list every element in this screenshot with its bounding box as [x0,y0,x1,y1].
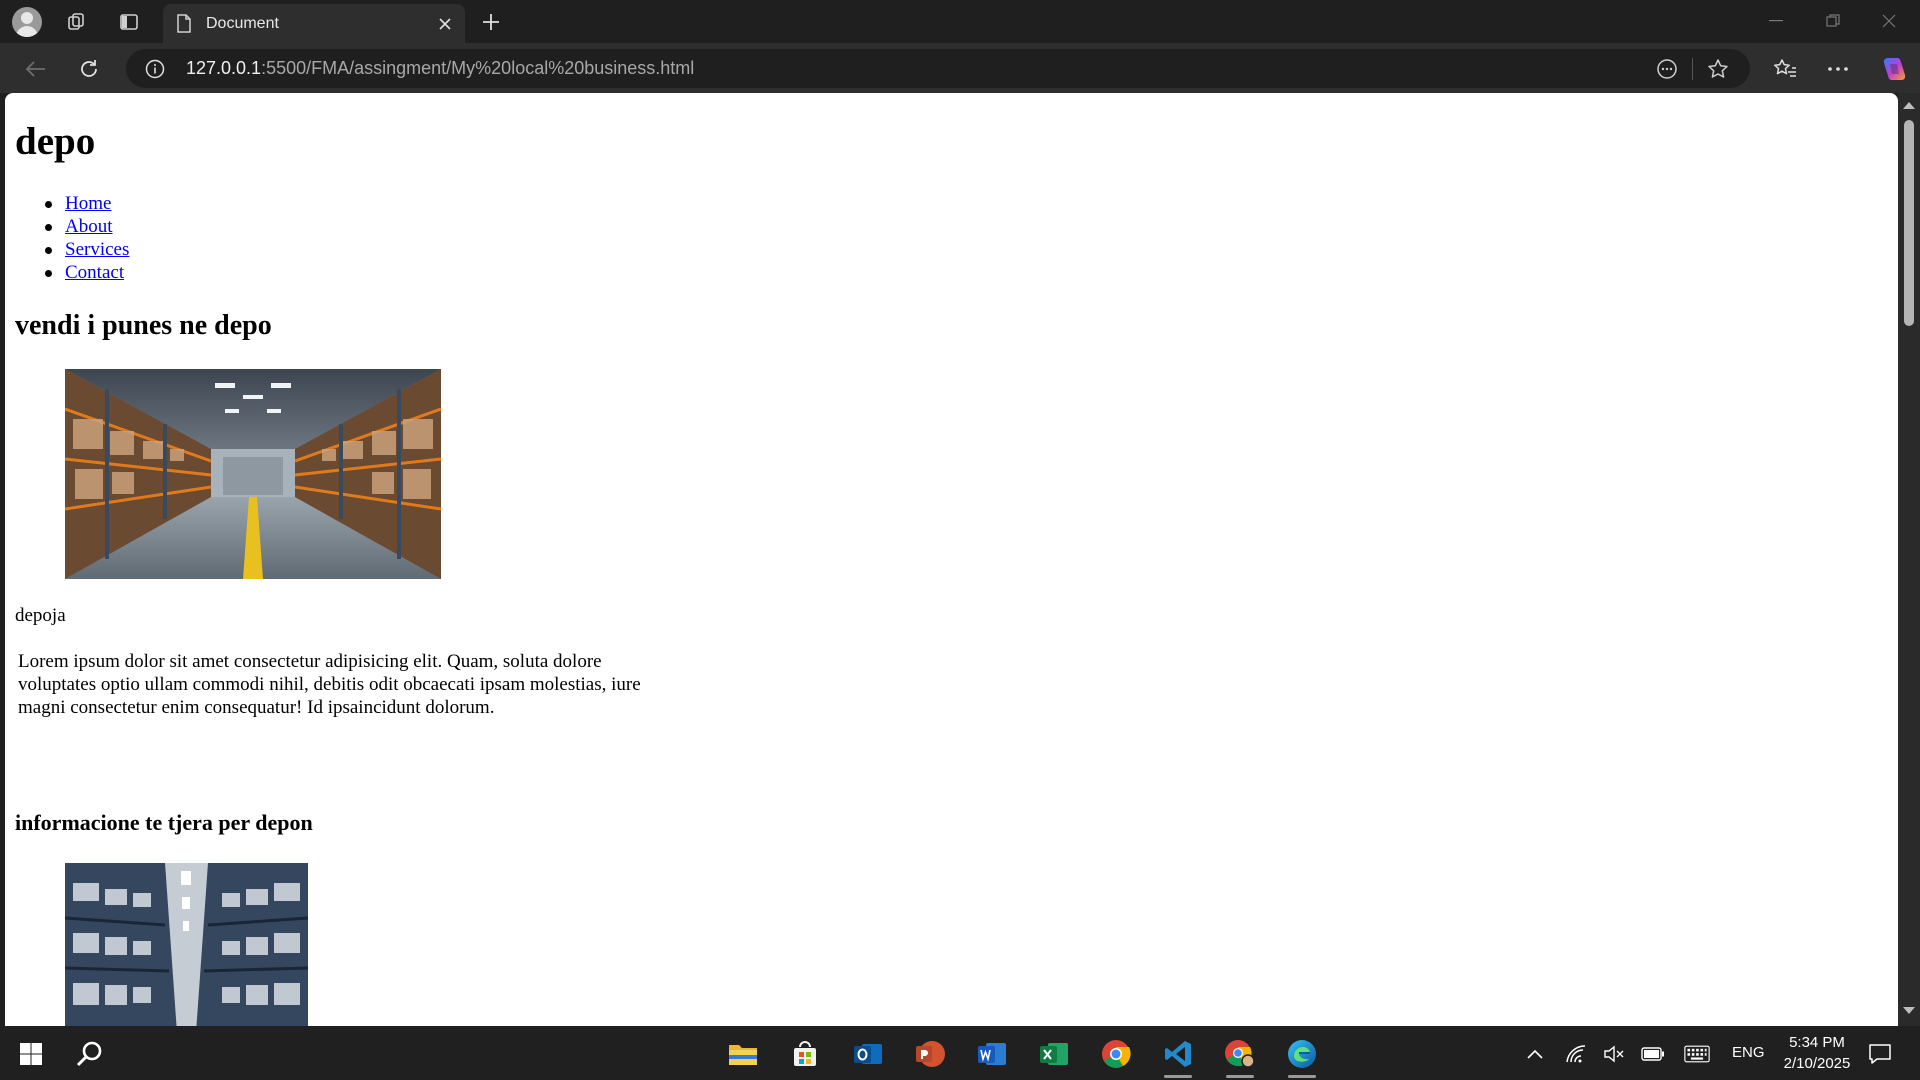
edge-icon[interactable] [1280,1032,1324,1078]
address-bar[interactable]: 127.0.0.1:5500/FMA/assingment/My%20local… [126,49,1750,88]
copilot-icon[interactable] [1877,53,1909,85]
input-language[interactable]: ENG [1732,1026,1765,1080]
url-host: 127.0.0.1 [186,58,262,78]
clock-time: 5:34 PM [1789,1034,1845,1051]
page-viewport: depo Home About Services Contact vendi i… [5,93,1898,1026]
reading-view-icon[interactable] [1655,57,1679,81]
tab-strip: Document [0,0,1920,43]
browser-toolbar: 127.0.0.1:5500/FMA/assingment/My%20local… [0,43,1920,93]
word-icon[interactable] [970,1032,1014,1076]
chrome-running-indicator [1226,1075,1254,1078]
speaker-muted-icon[interactable] [1601,1041,1627,1067]
back-arrow-icon[interactable] [19,53,51,85]
scroll-up-icon[interactable] [1903,102,1915,109]
close-tab-icon[interactable] [431,10,459,38]
page-scrollbar[interactable] [1898,93,1920,1026]
taskbar: ENG 5:34 PM 2/10/2025 [0,1026,1920,1080]
new-tab-icon[interactable] [477,8,505,36]
favorites-icon[interactable] [1769,53,1801,85]
image-caption: depoja [15,605,66,626]
scroll-down-icon[interactable] [1903,1007,1915,1014]
tab-document[interactable]: Document [163,4,465,43]
more-info-title: informacione te tjera per depon [15,810,313,835]
restore-icon[interactable] [1810,6,1856,36]
powerpoint-icon[interactable] [908,1032,952,1076]
store-icon[interactable] [783,1032,827,1076]
profile-avatar-icon[interactable] [12,7,42,37]
outlook-icon[interactable] [846,1032,890,1076]
favorite-star-icon[interactable] [1706,57,1730,81]
nav-item-about: About [15,215,129,238]
excel-icon[interactable] [1032,1032,1076,1076]
url-path: :5500/FMA/assingment/My%20local%20busine… [261,58,695,78]
wifi-icon[interactable] [1563,1041,1589,1067]
nav-list: Home About Services Contact [15,192,129,284]
notifications-icon[interactable] [1867,1041,1893,1067]
touch-keyboard-icon[interactable] [1684,1041,1710,1067]
minimize-icon[interactable] [1753,6,1799,36]
page-icon [174,14,194,34]
clock-date: 2/10/2025 [1783,1055,1851,1072]
vertical-tabs-icon[interactable] [116,9,142,35]
nav-item-services: Services [15,238,129,261]
section-title: vendi i punes ne depo [15,310,272,341]
refresh-icon[interactable] [73,53,105,85]
start-icon[interactable] [9,1032,53,1076]
tab-title: Document [206,14,279,32]
url-text: 127.0.0.1:5500/FMA/assingment/My%20local… [186,49,694,88]
workspaces-icon[interactable] [64,9,90,35]
address-bar-separator [1692,58,1693,80]
nav-link-home[interactable]: Home [65,193,111,214]
nav-link-contact[interactable]: Contact [65,262,124,283]
vscode-running-indicator [1164,1075,1192,1078]
file-explorer-icon[interactable] [721,1032,765,1076]
show-hidden-icons-chevron-icon[interactable] [1522,1041,1548,1067]
nav-item-contact: Contact [15,261,129,284]
more-options-icon[interactable] [1822,53,1854,85]
body-paragraph: Lorem ipsum dolor sit amet consectetur a… [18,651,641,718]
search-icon[interactable] [68,1032,112,1076]
warehouse-aisle-image [65,863,308,1026]
warehouse-image [65,369,441,579]
nav-item-home: Home [15,192,129,215]
chrome-icon[interactable] [1094,1032,1138,1076]
nav-link-services[interactable]: Services [65,239,129,260]
close-window-icon[interactable] [1866,6,1912,36]
nav-link-about[interactable]: About [65,216,113,237]
page-heading: depo [15,120,96,163]
edge-running-indicator [1288,1075,1316,1078]
battery-icon[interactable] [1640,1041,1666,1067]
vscode-icon[interactable] [1156,1032,1200,1078]
chrome-profile-icon[interactable] [1218,1032,1262,1078]
scroll-thumb[interactable] [1904,120,1914,326]
site-info-icon[interactable] [144,58,166,80]
taskbar-clock[interactable]: 5:34 PM 2/10/2025 [1762,1032,1872,1074]
